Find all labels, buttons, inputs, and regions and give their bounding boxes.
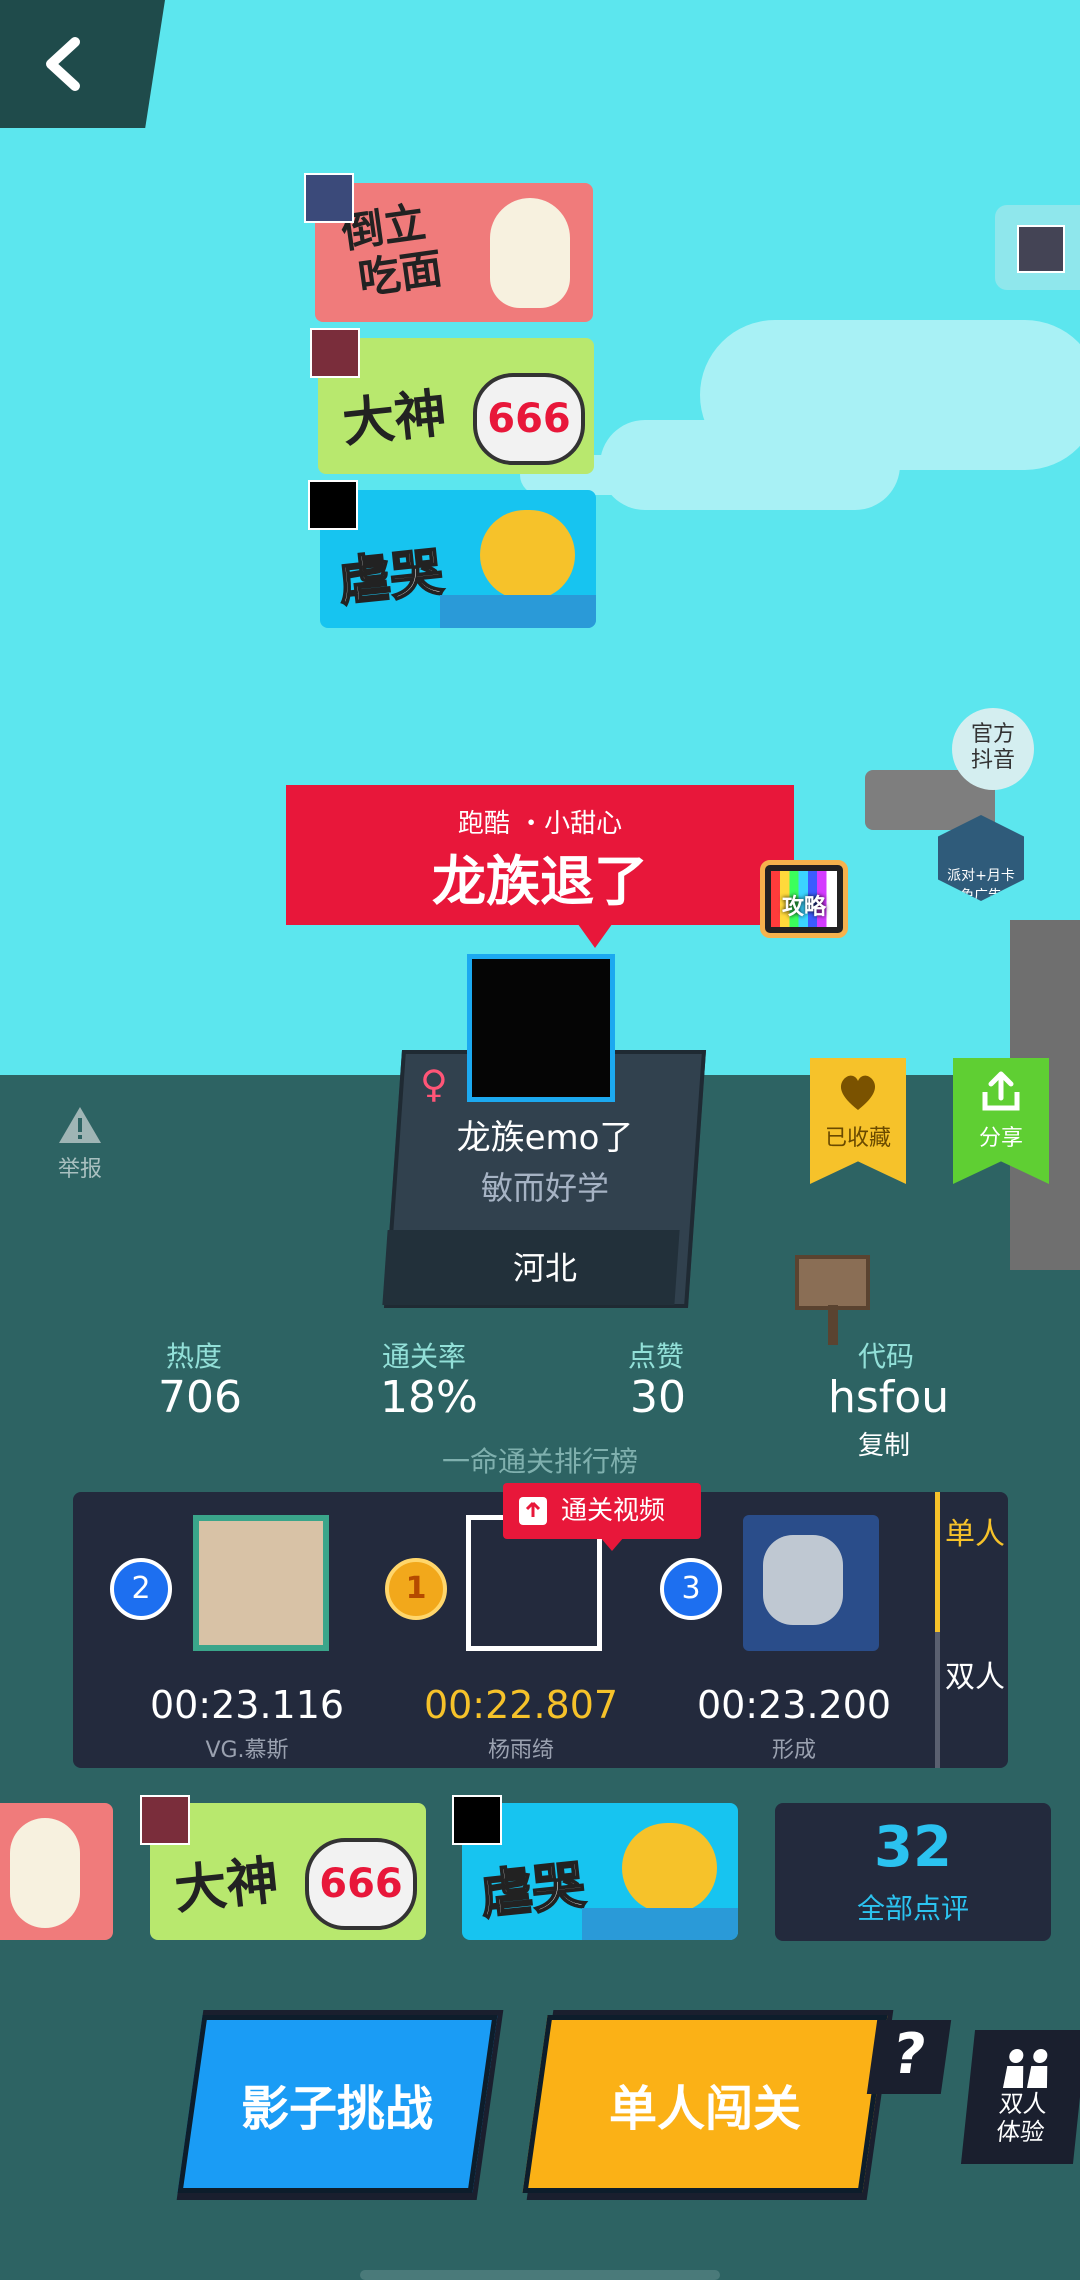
avatar (140, 1795, 190, 1845)
sticker-cry[interactable]: 虐哭 (320, 490, 596, 628)
666-badge: 666 (473, 373, 585, 465)
report-button[interactable]: 举报 (40, 1105, 120, 1183)
official-label: 官方 (970, 722, 1015, 747)
favorite-label: 已收藏 (824, 1126, 891, 1151)
ranking-title: 一命通关排行榜 (441, 1445, 638, 1478)
wooden-sign (795, 1255, 870, 1310)
bunny-figure (10, 1818, 80, 1928)
solo-play-label: 单人闯关 (608, 2081, 801, 2137)
creator-region: 河北 (512, 1249, 577, 1287)
ranking-tabs: 单人 双人 (935, 1492, 1008, 1768)
avatar (310, 328, 360, 378)
side-avatar-button[interactable] (995, 205, 1080, 290)
clear-rate-value: 18% (380, 1372, 478, 1423)
shadow-challenge-label: 影子挑战 (241, 2081, 434, 2137)
all-reviews-button[interactable]: 32 全部点评 (775, 1803, 1051, 1941)
sticker-handstand-noodles[interactable]: 倒立 吃面 (315, 183, 593, 322)
back-button[interactable] (0, 0, 165, 128)
warning-icon (59, 1107, 101, 1143)
sticker-text: 虐哭 (477, 1855, 589, 1928)
tab-solo[interactable]: 单人 (945, 1517, 1005, 1553)
chevron-left-icon (45, 37, 80, 91)
guide-tv-button[interactable]: 攻略 (760, 860, 848, 938)
player-avatar[interactable] (743, 1515, 879, 1651)
tab-solo-label: 单人 (945, 1517, 1005, 1552)
player-avatar[interactable] (193, 1515, 329, 1651)
upload-icon (519, 1497, 547, 1525)
level-title: 龙族退了 (432, 850, 648, 913)
rank-badge-3: 3 (660, 1558, 722, 1620)
help-button[interactable]: ? (866, 2020, 952, 2094)
official-label: 抖音 (970, 748, 1015, 773)
tab-indicator (935, 1492, 940, 1632)
sticker-text: 虐哭 (335, 542, 447, 615)
tab-divider (935, 1632, 940, 1768)
sticker-text: 吃面 (355, 243, 446, 304)
clear-video-button[interactable]: 通关视频 (503, 1483, 701, 1539)
sticker-great-god[interactable]: 大神 666 (150, 1803, 426, 1940)
sticker-cry[interactable]: 虐哭 (462, 1803, 738, 1940)
rank-badge-1: 1 (385, 1558, 447, 1620)
official-douyin-button[interactable]: 官方 抖音 (952, 708, 1034, 790)
avatar (304, 173, 354, 223)
sticker-text: 大神 (171, 1850, 282, 1922)
share-icon (982, 1071, 1020, 1111)
level-code: hsfou (828, 1372, 950, 1423)
sign-post (828, 1305, 838, 1345)
tab-duo-label: 双人 (945, 1660, 1005, 1695)
level-subtitle: 跑酷 ・小甜心 (457, 809, 623, 839)
tag-tail (600, 1537, 624, 1551)
rank-player-name: 形成 (771, 1738, 816, 1763)
copy-code-button[interactable]: 复制 (858, 1425, 910, 1462)
two-people-icon (1002, 2049, 1048, 2088)
creator-motto: 敏而好学 (480, 1169, 609, 1207)
creator-nickname: 龙族emo了 (456, 1118, 634, 1158)
clear-rate-label: 通关率 (382, 1340, 467, 1373)
rank-player-name: 杨雨绮 (487, 1738, 554, 1763)
code-label: 代码 (858, 1340, 915, 1373)
report-label: 举报 (57, 1157, 102, 1182)
share-label: 分享 (978, 1126, 1023, 1151)
review-count: 32 (874, 1815, 952, 1880)
duo-label: 双人 (997, 2090, 1049, 2118)
duo-trial-button[interactable]: 双人 体验 (960, 2030, 1080, 2164)
water (582, 1908, 738, 1940)
crying-chick (480, 510, 575, 600)
home-indicator[interactable] (360, 2270, 720, 2280)
creator-avatar[interactable] (467, 954, 615, 1102)
bubble-tail (575, 920, 615, 948)
solo-play-button[interactable]: 单人闯关 (522, 2015, 888, 2193)
666-badge: 666 (305, 1838, 417, 1930)
rank-time: 00:22.807 (423, 1683, 619, 1727)
rank-time: 00:23.116 (149, 1683, 345, 1727)
bunny-figure (490, 198, 570, 308)
avatar (452, 1795, 502, 1845)
female-icon: ♀ (420, 1062, 448, 1106)
rank-player-name: VG.慕斯 (205, 1738, 289, 1763)
guide-label: 攻略 (781, 895, 826, 920)
reviews-label: 全部点评 (856, 1892, 969, 1925)
rank-badge-2: 2 (110, 1558, 172, 1620)
avatar (1017, 225, 1065, 273)
rank-time: 00:23.200 (696, 1683, 892, 1727)
water (440, 595, 596, 628)
heat-label: 热度 (166, 1340, 223, 1373)
heat-value: 706 (158, 1372, 242, 1423)
sticker-text: 大神 (339, 383, 450, 455)
tab-duo[interactable]: 双人 (945, 1660, 1005, 1696)
level-title-bubble: 跑酷 ・小甜心 龙族退了 (286, 785, 794, 925)
clear-video-label: 通关视频 (561, 1496, 666, 1526)
shadow-challenge-button[interactable]: 影子挑战 (177, 2015, 498, 2193)
crying-chick (622, 1823, 717, 1913)
likes-label: 点赞 (628, 1340, 685, 1373)
sticker-handstand-noodles[interactable] (0, 1803, 113, 1940)
likes-value: 30 (630, 1372, 686, 1423)
avatar (308, 480, 358, 530)
duo-label: 体验 (994, 2118, 1046, 2146)
heart-icon (840, 1075, 876, 1110)
